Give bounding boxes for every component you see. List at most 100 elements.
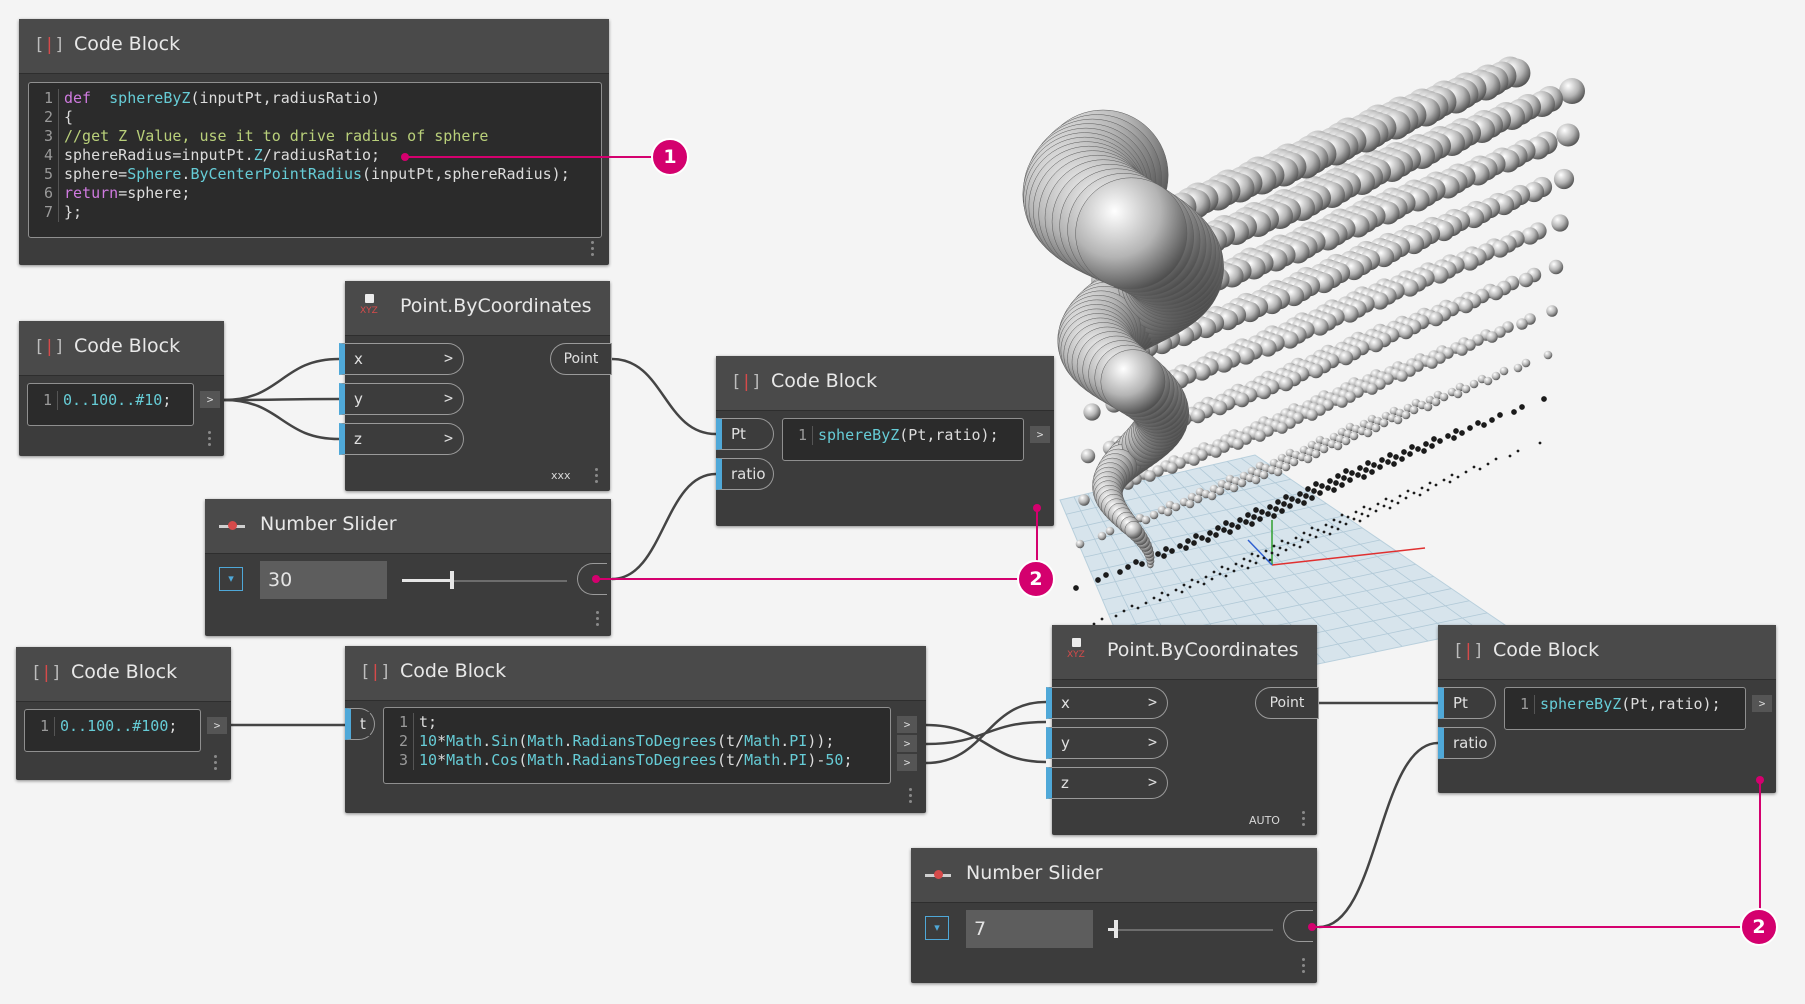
node-menu-icon[interactable] [591,241,595,257]
code-line[interactable]: 6 return=sphere; [29,184,601,203]
line-number: 6 [43,184,53,202]
code-line[interactable]: 1 0..100..#10; [28,391,193,410]
node-menu-icon[interactable] [595,468,599,484]
node-title: Code Block [1493,639,1600,661]
code-block-node-sphere-definition[interactable]: [|] Code Block 1 def sphereByZ(inputPt,ra… [19,19,609,265]
input-port-y[interactable]: y > [339,383,464,415]
code-editor[interactable]: 1 0..100..#100; [24,709,201,752]
point-by-coordinates-node-1[interactable]: XYZ Point.ByCoordinates x > y > z > Point x… [339,281,612,491]
code-block-node-helix[interactable]: [|] Code Block t 1 t; 2 10*Math.Sin(Math.Ra… [345,646,926,813]
node-menu-icon[interactable] [1302,958,1306,974]
lacing-indicator[interactable]: AUTO [1249,814,1280,827]
input-port-z[interactable]: z > [1046,767,1168,799]
code-editor[interactable]: 1 t; 2 10*Math.Sin(Math.RadiansToDegrees(t/… [383,707,891,784]
line-number: 1 [797,426,807,444]
code-text: 10*Math.Cos(Math.RadiansToDegrees(t/Math… [413,751,853,770]
code-text: { [58,108,73,127]
point-by-coordinates-icon: XYZ [359,294,381,320]
node-menu-icon[interactable] [1302,811,1306,827]
output-port-arrow[interactable]: > [1030,426,1050,443]
node-header[interactable]: Number Slider [911,848,1317,903]
input-port-pt[interactable]: Pt [716,418,774,450]
input-port-z[interactable]: z > [339,423,464,455]
output-port-arrow[interactable]: > [200,391,220,408]
code-block-icon: [|] [1453,641,1484,661]
number-slider-node-2[interactable]: Number Slider ▾ 7 [911,848,1317,983]
input-port-x[interactable]: x > [1046,687,1168,719]
node-header[interactable]: XYZ Point.ByCoordinates [1052,625,1317,680]
node-header[interactable]: [|] Code Block [19,19,609,74]
output-port-point[interactable]: Point [550,343,612,375]
code-block-icon: [|] [34,337,65,357]
input-port-ratio[interactable]: ratio [716,458,774,490]
input-port-y[interactable]: y > [1046,727,1168,759]
point-by-coordinates-node-2[interactable]: XYZ Point.ByCoordinates x > y > z > Point A… [1046,625,1319,835]
node-header[interactable]: [|] Code Block [716,356,1054,411]
node-title: Code Block [400,660,507,682]
code-line[interactable]: 2 10*Math.Sin(Math.RadiansToDegrees(t/Mat… [384,732,890,751]
input-port-pt[interactable]: Pt [1438,687,1496,719]
output-port-number[interactable] [1283,910,1313,942]
output-port-arrow[interactable]: > [207,717,227,734]
output-port-arrow-3[interactable]: > [897,754,917,771]
code-editor[interactable]: 1 0..100..#10; [27,383,194,426]
node-menu-icon[interactable] [208,431,212,447]
code-line[interactable]: 4 sphereRadius=inputPt.Z/radiusRatio; [29,146,601,165]
code-line[interactable]: 1 sphereByZ(Pt,ratio); [1505,695,1745,714]
code-line[interactable]: 5 sphere=Sphere.ByCenterPointRadius(input… [29,165,601,184]
line-number: 3 [43,127,53,145]
code-editor[interactable]: 1 def sphereByZ(inputPt,radiusRatio) 2{3 //… [28,82,602,238]
node-header[interactable]: XYZ Point.ByCoordinates [345,281,610,336]
node-header[interactable]: [|] Code Block [345,646,926,701]
node-header[interactable]: [|] Code Block [16,647,231,702]
output-port-arrow[interactable]: > [1752,695,1772,712]
input-port-x[interactable]: x > [339,343,464,375]
code-editor[interactable]: 1 sphereByZ(Pt,ratio); [1504,687,1746,730]
callout-marker-2b: 2 [1740,908,1778,946]
code-block-node-sphere-call-2[interactable]: [|] Code Block Pt ratio 1 sphereByZ(Pt,ra… [1438,625,1776,793]
line-number: 5 [43,165,53,183]
input-port-t[interactable]: t [345,708,375,740]
line-number: 1 [1519,695,1529,713]
slider-expand-dropdown[interactable]: ▾ [925,916,949,940]
node-header[interactable]: [|] Code Block [1438,625,1776,680]
slider-value-input[interactable]: 7 [966,910,1093,948]
code-line[interactable]: 2{ [29,108,601,127]
point-by-coordinates-icon: XYZ [1066,638,1088,664]
code-line[interactable]: 3 //get Z Value, use it to drive radius o… [29,127,601,146]
output-port-number[interactable] [577,563,607,595]
line-number: 4 [43,146,53,164]
code-block-node-sphere-call-1[interactable]: [|] Code Block Pt ratio 1 sphereByZ(Pt,ra… [716,356,1054,526]
node-title: Code Block [771,370,878,392]
code-line[interactable]: 1 t; [384,713,890,732]
node-title: Number Slider [260,513,397,535]
code-line[interactable]: 1 0..100..#100; [25,717,200,736]
slider-expand-dropdown[interactable]: ▾ [219,567,243,591]
slider-value-input[interactable]: 30 [260,561,387,599]
code-block-node-range-100[interactable]: [|] Code Block 1 0..100..#100; > [16,647,231,780]
code-block-node-range-10[interactable]: [|] Code Block 1 0..100..#10; > [19,321,224,456]
output-port-arrow-2[interactable]: > [897,735,917,752]
line-number: 1 [43,89,53,107]
code-line[interactable]: 3 10*Math.Cos(Math.RadiansToDegrees(t/Mat… [384,751,890,770]
node-header[interactable]: [|] Code Block [19,321,224,376]
lacing-indicator[interactable]: xxx [551,469,571,482]
output-port-arrow-1[interactable]: > [897,716,917,733]
node-header[interactable]: Number Slider [205,499,611,554]
code-line[interactable]: 7}; [29,203,601,222]
output-port-point[interactable]: Point [1255,687,1319,719]
code-text: //get Z Value, use it to drive radius of… [58,127,488,146]
code-line[interactable]: 1 def sphereByZ(inputPt,radiusRatio) [29,89,601,108]
code-line[interactable]: 1 sphereByZ(Pt,ratio); [783,426,1023,445]
input-port-ratio[interactable]: ratio [1438,727,1496,759]
code-editor[interactable]: 1 sphereByZ(Pt,ratio); [782,418,1024,461]
code-text: def sphereByZ(inputPt,radiusRatio) [58,89,380,108]
slider-track[interactable] [1108,929,1273,931]
number-slider-node-1[interactable]: Number Slider ▾ 30 [205,499,611,636]
slider-thumb[interactable] [449,571,454,589]
node-menu-icon[interactable] [909,788,913,804]
slider-fill [402,579,452,582]
node-menu-icon[interactable] [214,755,218,771]
slider-thumb[interactable] [1114,920,1119,938]
node-menu-icon[interactable] [596,611,600,627]
